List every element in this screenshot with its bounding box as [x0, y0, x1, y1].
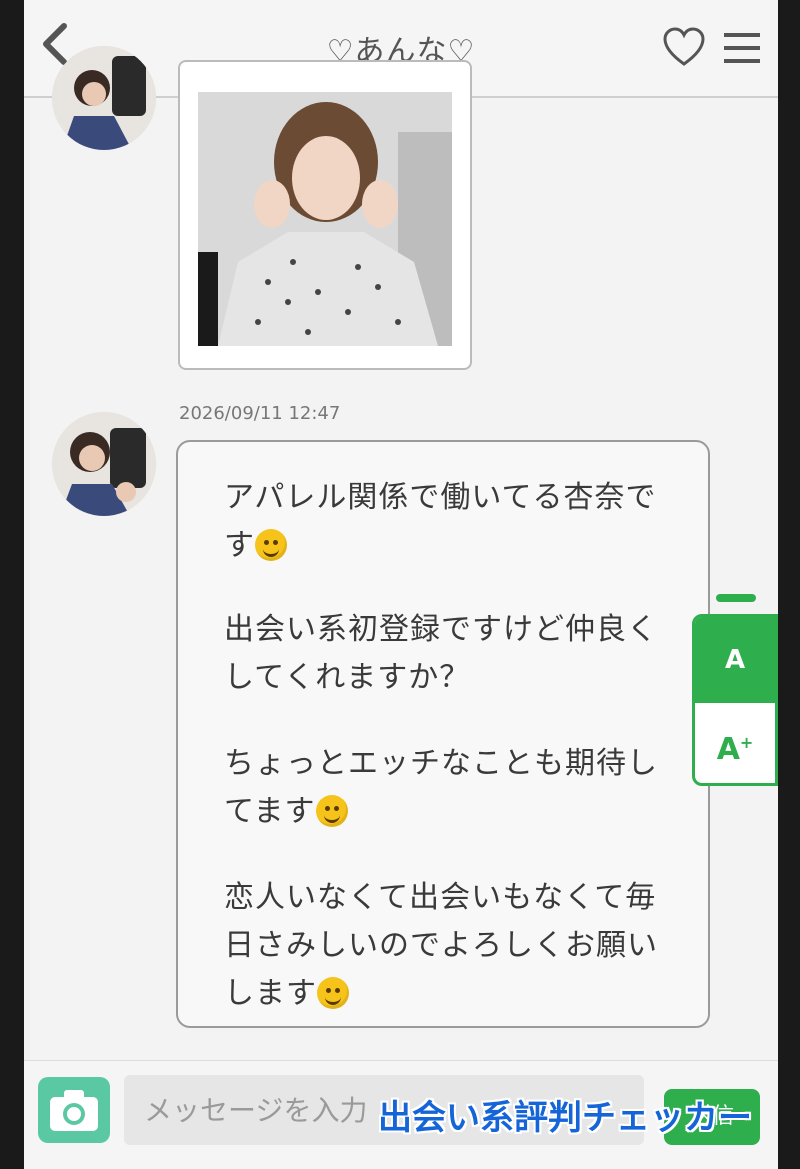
- message-line: てます: [224, 786, 348, 830]
- grinning-face-icon: [317, 977, 349, 1009]
- favorite-button[interactable]: [662, 26, 706, 70]
- camera-icon: [50, 1090, 98, 1131]
- sender-avatar[interactable]: [52, 46, 156, 150]
- message-line: 日さみしいのでよろしくお願い: [224, 928, 658, 963]
- message-line: アパレル関係で働いてる杏奈で: [224, 480, 657, 515]
- message-line: ちょっとエッチなことも期待し: [224, 746, 658, 781]
- font-size-panel: A A+: [692, 614, 778, 786]
- camera-button[interactable]: [38, 1077, 110, 1143]
- photo-image: [198, 92, 452, 346]
- watermark: 出会い系評判チェッカー: [378, 1098, 752, 1138]
- message-bubble: アパレル関係で働いてる杏奈で す 出会い系初登録ですけど仲良く してくれますか？…: [176, 440, 710, 1028]
- font-size-panel-handle[interactable]: [716, 594, 756, 602]
- font-size-large-button[interactable]: A+: [695, 703, 775, 783]
- message-line: します: [224, 968, 349, 1012]
- message-timestamp: 2026/09/11 12:47: [179, 403, 341, 424]
- message-line: す: [224, 520, 287, 564]
- hamburger-menu-icon: [724, 33, 760, 63]
- message-photo[interactable]: [178, 60, 472, 370]
- heart-icon: [663, 27, 705, 66]
- smiling-face-icon: [315, 795, 348, 827]
- font-size-normal-button[interactable]: A: [695, 617, 775, 703]
- chat-screen: ♡あんな♡ 2026/09/11 12:47 アパレル関係で働いてる杏奈で す …: [24, 0, 778, 1169]
- menu-button[interactable]: [722, 30, 762, 66]
- smiling-face-icon: [255, 529, 287, 561]
- sender-avatar[interactable]: [52, 412, 156, 516]
- message-line: 出会い系初登録ですけど仲良く: [224, 612, 658, 647]
- message-line: してくれますか？: [224, 660, 471, 695]
- message-line: 恋人いなくて出会いもなくて毎: [224, 880, 657, 915]
